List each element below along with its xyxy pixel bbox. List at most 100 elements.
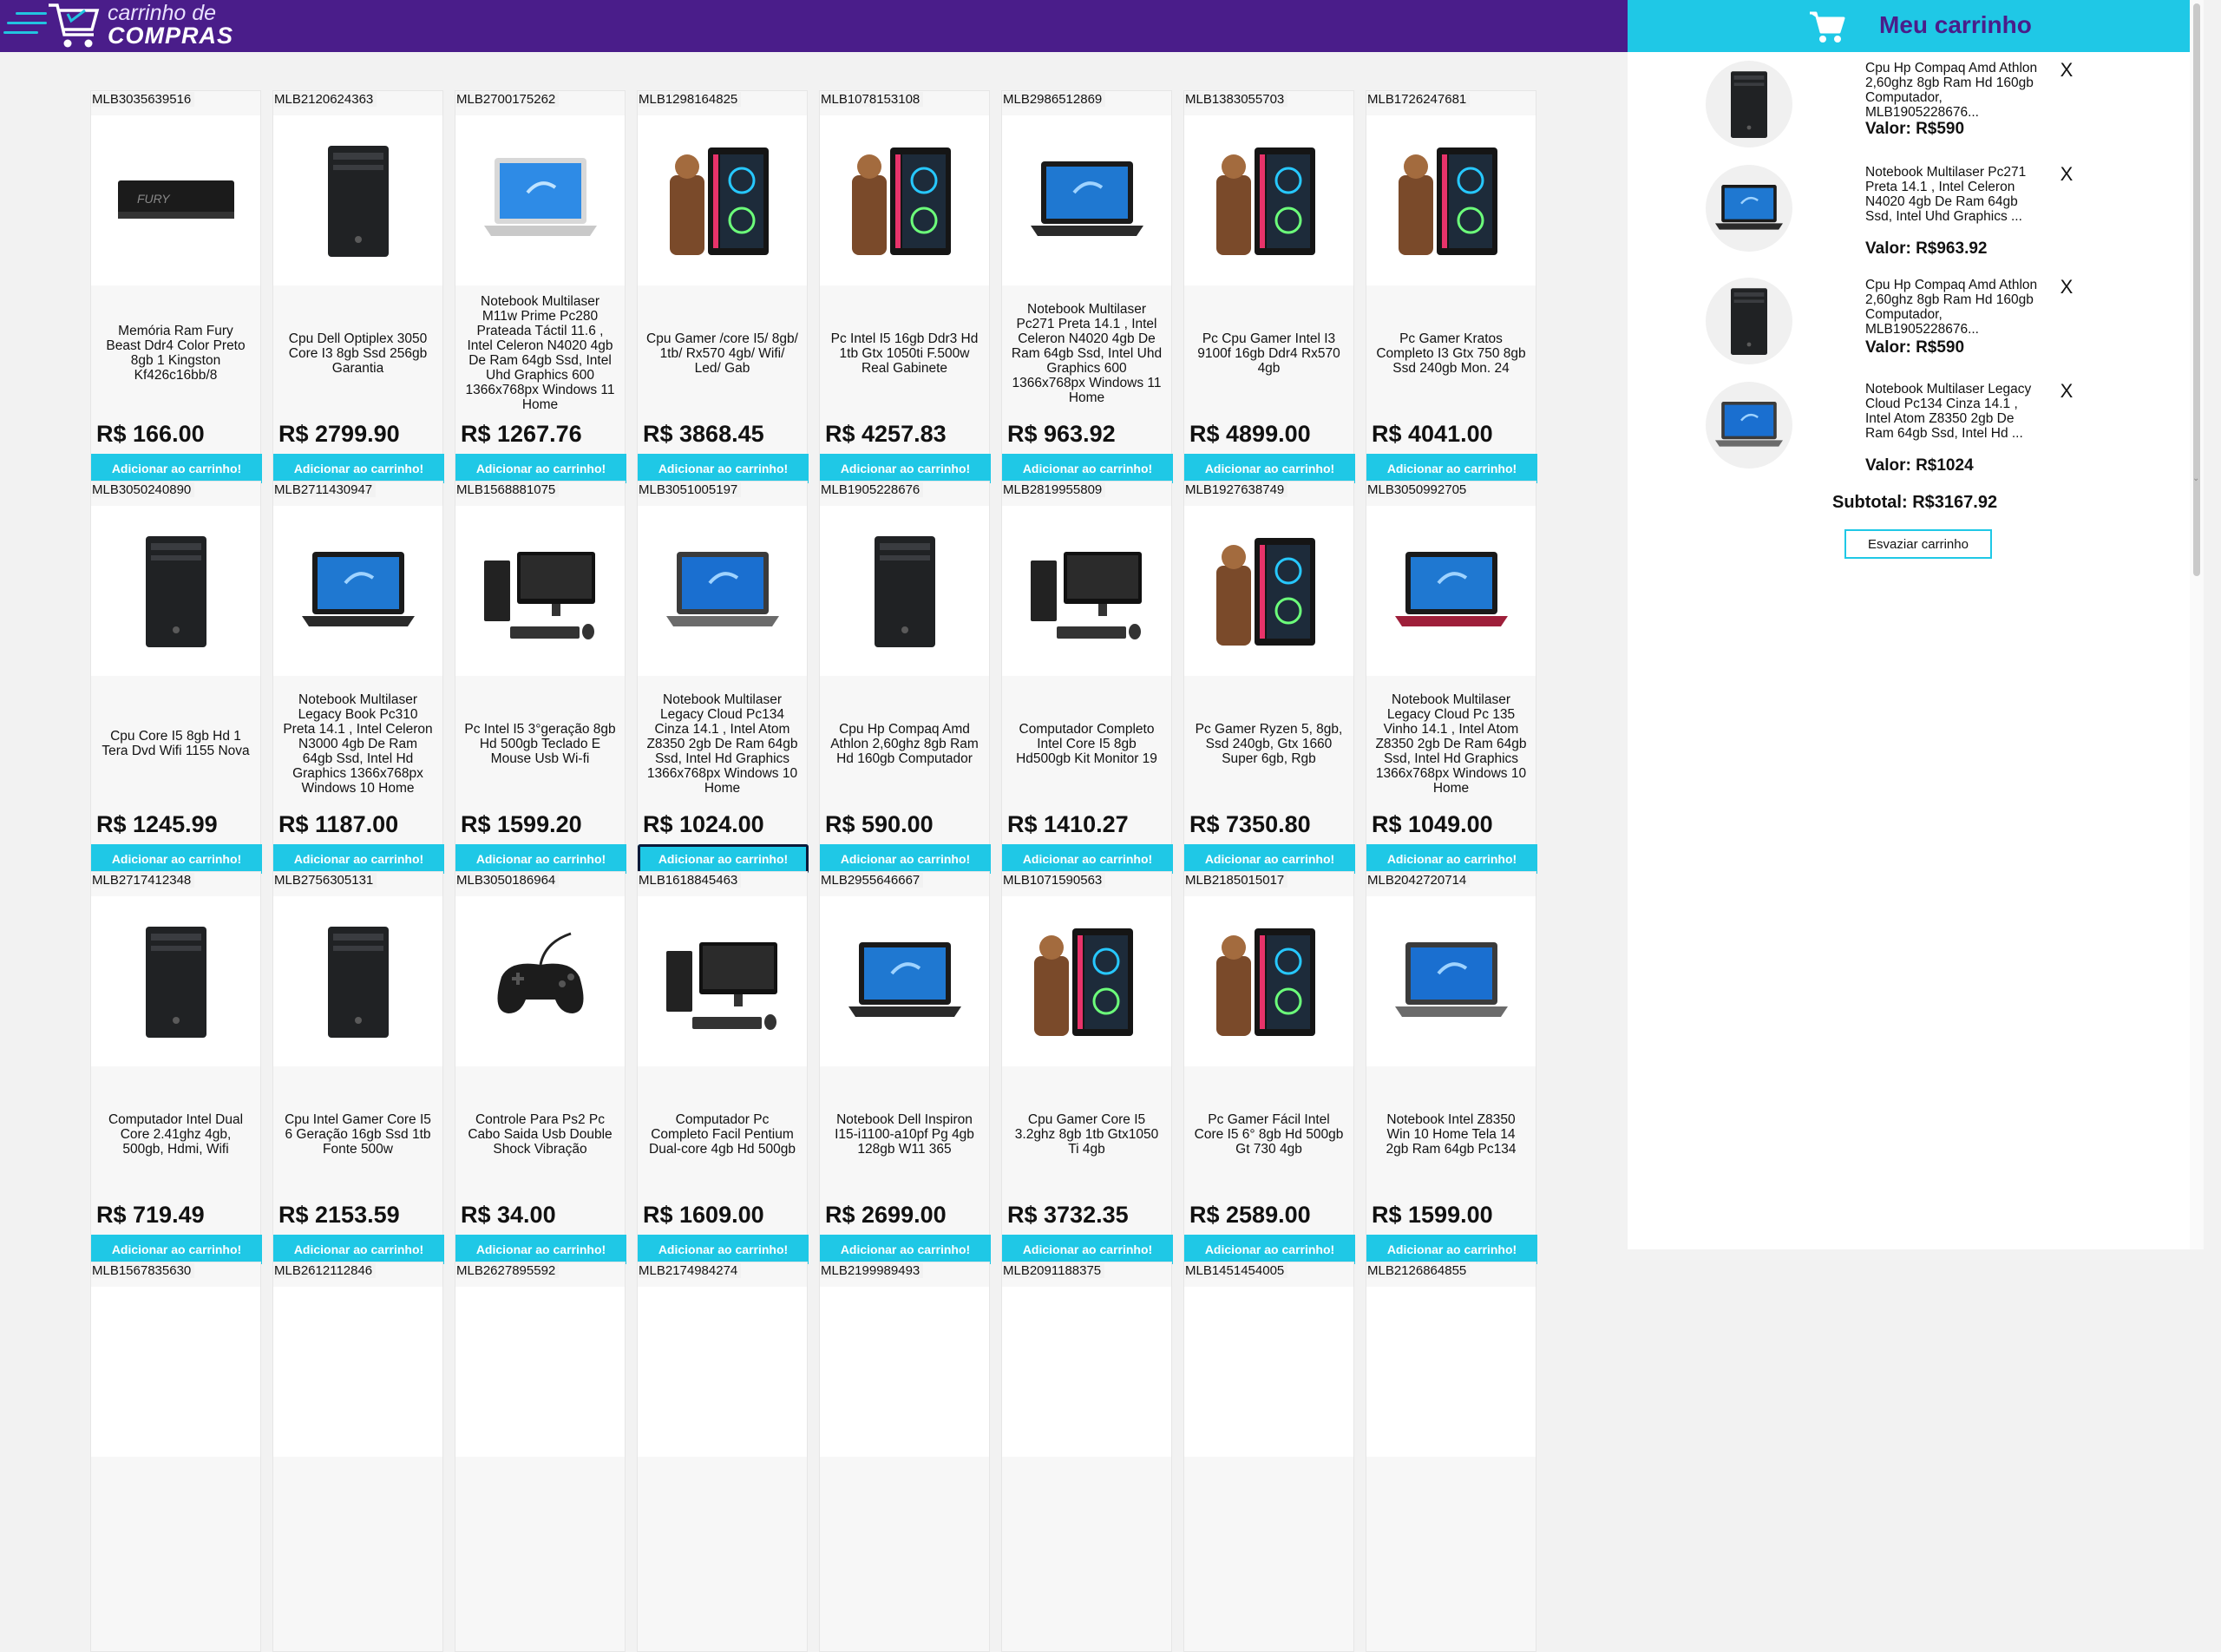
product-price: R$ 1609.00 xyxy=(643,1202,764,1228)
product-id: MLB2627895592 xyxy=(456,1263,560,1278)
product-title: Computador Pc Completo Facil Pentium Dua… xyxy=(649,1111,796,1157)
gamer-pc-image xyxy=(1184,115,1353,285)
product-title: Notebook Multilaser Legacy Book Pc310 Pr… xyxy=(283,692,433,796)
add-to-cart-button[interactable]: Adicionar ao carrinho! xyxy=(91,454,262,483)
product-title: Computador Intel Dual Core 2.41ghz 4gb, … xyxy=(108,1111,244,1157)
add-to-cart-button[interactable]: Adicionar ao carrinho! xyxy=(1366,454,1537,483)
ram-stick-image: FURY xyxy=(91,115,260,285)
product-card: MLB1078153108 Pc Intel I5 16gb Ddr3 Hd 1t… xyxy=(819,90,991,483)
add-to-cart-button[interactable]: Adicionar ao carrinho! xyxy=(91,1235,262,1264)
product-price: R$ 166.00 xyxy=(96,421,205,447)
product-price: R$ 4041.00 xyxy=(1372,421,1493,447)
remove-item-close-icon[interactable]: X xyxy=(2056,165,2077,186)
add-to-cart-button[interactable]: Adicionar ao carrinho! xyxy=(455,844,626,874)
product-image xyxy=(1002,1287,1171,1457)
product-card: MLB3035639516 FURY Memória Ram Fury Beast … xyxy=(90,90,262,483)
product-price: R$ 1599.20 xyxy=(461,811,582,837)
add-to-cart-button[interactable]: Adicionar ao carrinho! xyxy=(1366,1235,1537,1264)
product-id: MLB2612112846 xyxy=(274,1263,377,1278)
product-card: MLB2042720714 Notebook Intel Z8350 Win 10… xyxy=(1366,871,1537,1264)
cart-scrollbar[interactable]: ⌄ xyxy=(2190,0,2204,1249)
desktop-kit-image xyxy=(1002,506,1171,676)
cart-item-value: Valor: R$1024 xyxy=(1865,456,1974,475)
gamer-pc-image xyxy=(638,115,807,285)
hamburger-menu-icon[interactable] xyxy=(3,12,47,38)
product-card: MLB2174984274 xyxy=(637,1262,808,1652)
product-card: MLB3051005197 Notebook Multilaser Legacy … xyxy=(637,481,809,874)
product-card: MLB1383055703 Pc Cpu Gamer Intel I3 9100f… xyxy=(1183,90,1355,483)
logo-line-2: COMPRAS xyxy=(108,23,234,49)
product-id: MLB2174984274 xyxy=(639,1263,742,1278)
product-title: Notebook Multilaser Legacy Cloud Pc134 C… xyxy=(646,692,798,796)
product-price: R$ 2799.90 xyxy=(278,421,400,447)
add-to-cart-button[interactable]: Adicionar ao carrinho! xyxy=(638,1235,809,1264)
desktop-kit-image xyxy=(638,896,807,1066)
product-id: MLB1451454005 xyxy=(1185,1263,1288,1278)
product-id: MLB3050992705 xyxy=(1367,482,1471,497)
cart-logo-icon xyxy=(49,3,100,48)
product-id: MLB3035639516 xyxy=(92,92,195,107)
add-to-cart-button[interactable]: Adicionar ao carrinho! xyxy=(91,844,262,874)
add-to-cart-button[interactable]: Adicionar ao carrinho! xyxy=(820,1235,991,1264)
product-price: R$ 1599.00 xyxy=(1372,1202,1493,1228)
remove-item-close-icon[interactable]: X xyxy=(2056,382,2077,403)
add-to-cart-button[interactable]: Adicionar ao carrinho! xyxy=(273,454,444,483)
desktop-tower-image xyxy=(91,896,260,1066)
product-id: MLB2126864855 xyxy=(1367,1263,1471,1278)
product-card: MLB2986512869 Notebook Multilaser Pc271 P… xyxy=(1001,90,1173,483)
remove-item-close-icon[interactable]: X xyxy=(2056,278,2077,298)
product-price: R$ 1024.00 xyxy=(643,811,764,837)
top-header: carrinho de COMPRAS xyxy=(0,0,1628,52)
gamepad-image xyxy=(455,896,625,1066)
product-card: MLB1618845463 Computador Pc Completo Faci… xyxy=(637,871,809,1264)
product-title: Notebook Multilaser Legacy Cloud Pc 135 … xyxy=(1375,692,1527,796)
add-to-cart-button[interactable]: Adicionar ao carrinho! xyxy=(638,454,809,483)
empty-cart-button[interactable]: Esvaziar carrinho xyxy=(1844,529,1992,559)
remove-item-close-icon[interactable]: X xyxy=(2056,61,2077,82)
add-to-cart-button[interactable]: Adicionar ao carrinho! xyxy=(1002,844,1173,874)
product-price: R$ 2699.00 xyxy=(825,1202,947,1228)
product-card: MLB3050186964 Controle Para Ps2 Pc Cabo S… xyxy=(455,871,626,1264)
cart-item-value: Valor: R$963.92 xyxy=(1865,239,1988,258)
add-to-cart-button[interactable]: Adicionar ao carrinho! xyxy=(273,844,444,874)
cart-item-value: Valor: R$590 xyxy=(1865,120,1965,138)
product-card: MLB2756305131 Cpu Intel Gamer Core I5 6 G… xyxy=(272,871,444,1264)
laptop-silver-image xyxy=(455,115,625,285)
add-to-cart-button[interactable]: Adicionar ao carrinho! xyxy=(820,844,991,874)
product-title: Memória Ram Fury Beast Ddr4 Color Preto … xyxy=(106,324,246,383)
scrollbar-thumb[interactable] xyxy=(2193,3,2200,576)
product-id: MLB3050186964 xyxy=(456,873,560,888)
gamer-pc-image xyxy=(1184,896,1353,1066)
add-to-cart-button[interactable]: Adicionar ao carrinho! xyxy=(273,1235,444,1264)
add-to-cart-button[interactable]: Adicionar ao carrinho! xyxy=(1366,844,1537,874)
product-price: R$ 4899.00 xyxy=(1189,421,1311,447)
product-id: MLB2120624363 xyxy=(274,92,377,107)
add-to-cart-button[interactable]: Adicionar ao carrinho! xyxy=(638,844,809,874)
site-logo[interactable]: carrinho de COMPRAS xyxy=(47,0,272,52)
product-image xyxy=(638,1287,807,1457)
laptop-black-image xyxy=(273,506,442,676)
cart-item-name: Notebook Multilaser Legacy Cloud Pc134 C… xyxy=(1865,382,2032,441)
product-card: MLB1298164825 Cpu Gamer /core I5/ 8gb/ 1t… xyxy=(637,90,809,483)
add-to-cart-button[interactable]: Adicionar ao carrinho! xyxy=(455,1235,626,1264)
product-card: MLB2126864855 xyxy=(1366,1262,1536,1652)
scroll-down-arrow-icon[interactable]: ⌄ xyxy=(2192,474,2199,483)
product-id: MLB2986512869 xyxy=(1003,92,1106,107)
laptop-black-image xyxy=(1706,165,1792,252)
product-id: MLB2819955809 xyxy=(1003,482,1106,497)
add-to-cart-button[interactable]: Adicionar ao carrinho! xyxy=(1184,1235,1355,1264)
add-to-cart-button[interactable]: Adicionar ao carrinho! xyxy=(455,454,626,483)
product-price: R$ 1049.00 xyxy=(1372,811,1493,837)
add-to-cart-button[interactable]: Adicionar ao carrinho! xyxy=(1002,454,1173,483)
laptop-grey-image xyxy=(638,506,807,676)
product-card: MLB2819955809 Computador Completo Intel C… xyxy=(1001,481,1173,874)
product-card: MLB1451454005 xyxy=(1183,1262,1354,1652)
product-title: Notebook Dell Inspiron I15-i1100-a10pf P… xyxy=(835,1111,974,1157)
product-title: Cpu Gamer /core I5/ 8gb/ 1tb/ Rx570 4gb/… xyxy=(646,331,798,376)
add-to-cart-button[interactable]: Adicionar ao carrinho! xyxy=(1002,1235,1173,1264)
product-title: Notebook Multilaser Pc271 Preta 14.1 , I… xyxy=(1011,301,1163,405)
product-image xyxy=(273,1287,442,1457)
add-to-cart-button[interactable]: Adicionar ao carrinho! xyxy=(1184,454,1355,483)
add-to-cart-button[interactable]: Adicionar ao carrinho! xyxy=(1184,844,1355,874)
add-to-cart-button[interactable]: Adicionar ao carrinho! xyxy=(820,454,991,483)
